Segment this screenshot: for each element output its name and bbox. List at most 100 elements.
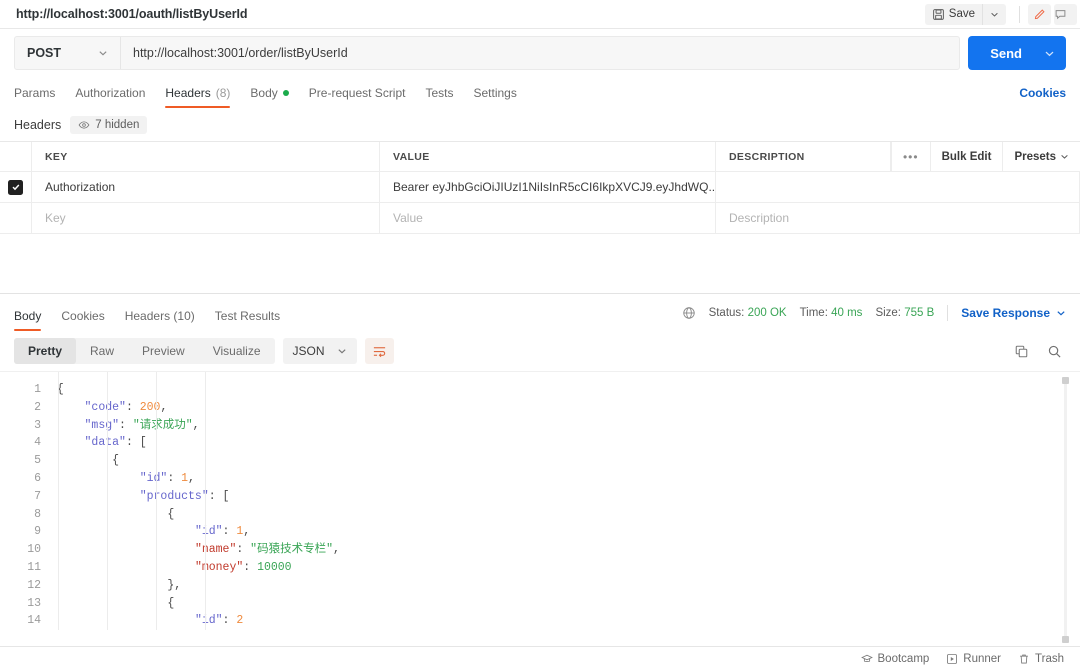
send-button[interactable]: Send [968, 46, 1041, 61]
tab-authorization[interactable]: Authorization [65, 86, 155, 108]
more-options-button[interactable]: ••• [891, 142, 930, 171]
view-mode-preview[interactable]: Preview [128, 338, 199, 364]
save-dropdown-button[interactable] [983, 4, 1006, 25]
row-enabled-checkbox[interactable] [8, 180, 23, 195]
line-number: 2 [0, 399, 41, 417]
cookies-link[interactable]: Cookies [1019, 86, 1066, 108]
response-tab-cookies[interactable]: Cookies [51, 309, 114, 331]
tab-label: Body [250, 86, 277, 100]
code-token: { [112, 454, 119, 467]
trash-icon [1018, 653, 1030, 665]
line-number: 11 [0, 559, 41, 577]
runner-button[interactable]: Runner [946, 653, 1001, 665]
response-body-viewer[interactable]: 1234567891011121314 { "code": 200, "msg"… [0, 371, 1080, 646]
url-input[interactable]: http://localhost:3001/order/listByUserId [121, 46, 959, 60]
http-method-select[interactable]: POST [15, 36, 121, 70]
code-token: : [167, 472, 181, 485]
code-token: "id" [195, 614, 223, 627]
wrap-text-button[interactable] [365, 338, 394, 364]
code-token: : [ [126, 436, 147, 449]
indent-guide [156, 372, 157, 630]
save-response-button[interactable]: Save Response [961, 306, 1066, 320]
chevron-down-icon [1044, 48, 1055, 59]
header-key[interactable]: Authorization [32, 172, 380, 202]
hidden-headers-toggle[interactable]: 7 hidden [70, 116, 147, 134]
code-token: , [333, 543, 340, 556]
bootcamp-button[interactable]: Bootcamp [861, 653, 930, 665]
code-token: : [223, 614, 237, 627]
scrollbar-thumb-top[interactable] [1062, 377, 1069, 384]
vertical-scrollbar[interactable] [1064, 380, 1067, 640]
tab-params[interactable]: Params [14, 86, 65, 108]
new-header-value-input[interactable]: Value [380, 203, 716, 233]
send-dropdown-button[interactable] [1041, 36, 1066, 70]
response-tab-body[interactable]: Body [14, 309, 51, 331]
view-mode-pretty[interactable]: Pretty [14, 338, 76, 364]
status-label: Status: [709, 307, 745, 319]
code-token: , [160, 401, 167, 414]
code-token: : [223, 525, 237, 538]
headers-section-title: Headers [14, 118, 61, 132]
copy-icon[interactable] [1014, 344, 1029, 359]
line-number: 6 [0, 470, 41, 488]
trash-button[interactable]: Trash [1018, 653, 1064, 665]
code-area: 1234567891011121314 { "code": 200, "msg"… [0, 372, 1080, 630]
status-value: 200 OK [748, 307, 787, 319]
presets-button[interactable]: Presets [1002, 142, 1080, 171]
tab-headers[interactable]: Headers (8) [155, 86, 240, 108]
new-header-key-input[interactable]: Key [32, 203, 380, 233]
code-token: : [236, 543, 250, 556]
tab-label: Authorization [75, 86, 145, 100]
save-button[interactable]: Save [925, 4, 983, 25]
tab-label: Body [14, 309, 41, 323]
header-description[interactable] [716, 172, 1080, 202]
tab-label: Settings [474, 86, 517, 100]
presets-label: Presets [1014, 151, 1056, 163]
tab-body[interactable]: Body [240, 86, 298, 108]
save-group: Save [925, 4, 1006, 25]
tab-settings[interactable]: Settings [464, 86, 527, 108]
table-row[interactable]: Authorization Bearer eyJhbGciOiJIUzI1NiI… [0, 172, 1080, 203]
tab-label: Pre-request Script [309, 86, 406, 100]
body-modified-dot-icon [283, 90, 289, 96]
pencil-icon [1033, 8, 1046, 21]
bulk-edit-button[interactable]: Bulk Edit [930, 142, 1003, 171]
tab-count: (8) [216, 86, 231, 100]
url-row: POST http://localhost:3001/order/listByU… [0, 29, 1080, 77]
view-mode-visualize[interactable]: Visualize [199, 338, 275, 364]
edit-request-button[interactable] [1028, 4, 1051, 25]
response-format-select[interactable]: JSON [283, 338, 357, 364]
line-number: 7 [0, 488, 41, 506]
code-token: : [243, 561, 257, 574]
postman-window: http://localhost:3001/oauth/listByUserId… [0, 0, 1080, 671]
tab-tests[interactable]: Tests [415, 86, 463, 108]
tab-count: (10) [173, 309, 194, 323]
view-mode-raw[interactable]: Raw [76, 338, 128, 364]
comments-button[interactable] [1054, 4, 1077, 25]
header-value[interactable]: Bearer eyJhbGciOiJIUzI1NiIsInR5cCI6IkpXV… [380, 172, 716, 202]
code-token: 10000 [257, 561, 292, 574]
bootcamp-label: Bootcamp [878, 653, 930, 665]
globe-icon [682, 306, 696, 320]
graduation-cap-icon [861, 653, 873, 665]
table-row-placeholder[interactable]: Key Value Description [0, 203, 1080, 234]
time-label: Time: [800, 307, 828, 319]
line-number: 14 [0, 612, 41, 630]
code-lines: { "code": 200, "msg": "请求成功", "data": [ … [50, 372, 1080, 630]
headers-table-header-row: KEY VALUE DESCRIPTION ••• Bulk Edit Pres… [0, 142, 1080, 172]
line-number: 12 [0, 577, 41, 595]
request-title: http://localhost:3001/oauth/listByUserId [16, 7, 247, 21]
response-tab-headers[interactable]: Headers (10) [115, 309, 205, 331]
indent-guide [58, 372, 59, 630]
size-value: 755 B [904, 307, 934, 319]
hidden-headers-label: 7 hidden [95, 119, 139, 131]
column-header-key: KEY [32, 142, 380, 171]
response-tab-test-results[interactable]: Test Results [205, 309, 290, 331]
tab-label: Test Results [215, 309, 280, 323]
status-text: Status: 200 OK [709, 307, 787, 319]
search-icon[interactable] [1047, 344, 1062, 359]
tab-pre-request-script[interactable]: Pre-request Script [299, 86, 416, 108]
scrollbar-thumb-bottom[interactable] [1062, 636, 1069, 643]
code-token: }, [167, 579, 181, 592]
new-header-description-input[interactable]: Description [716, 203, 1080, 233]
